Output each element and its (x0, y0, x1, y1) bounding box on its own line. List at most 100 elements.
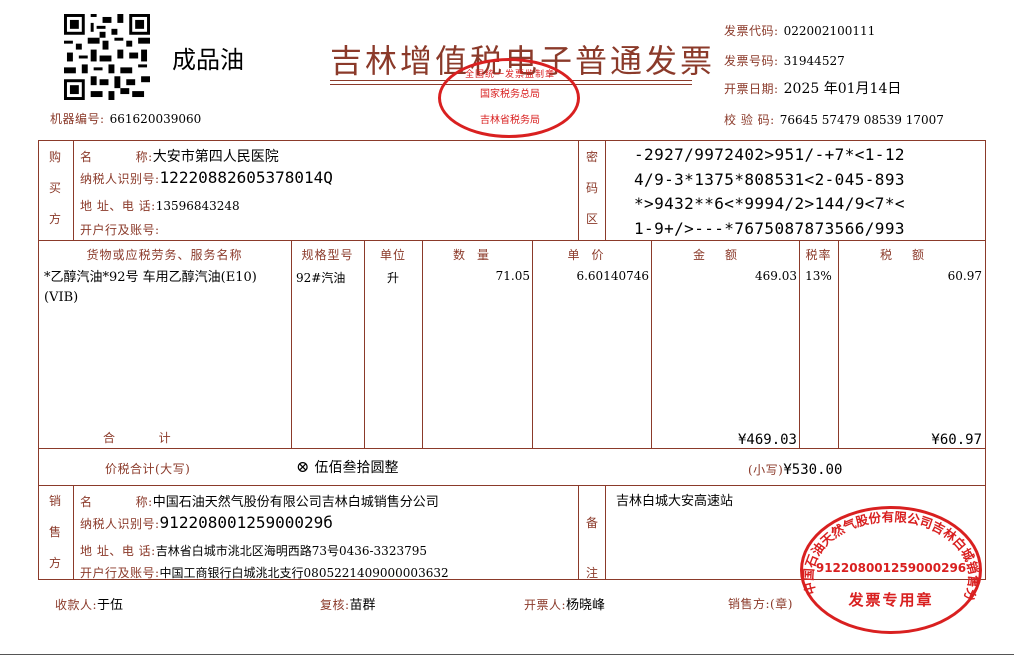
seller-bank-row: 开户行及账号:中国工商银行白城洮北支行0805221409000003632 (80, 562, 449, 581)
bottom-rule (0, 654, 1014, 655)
cipher-line-4: 1-9+/>---*7675087873566/993 (634, 218, 905, 238)
items-bottom-line (38, 448, 986, 449)
machine-no-value: 661620039060 (109, 112, 202, 126)
cipher-line-1: -2927/9972402>951/-+7*<1-12 (634, 145, 905, 164)
reviewer-label: 复核: (320, 598, 350, 612)
seller-bank-label: 开户行及账号: (80, 566, 160, 580)
qr-code (64, 14, 150, 100)
buyer-name: 大安市第四人民医院 (152, 149, 279, 165)
remarks-side-divider (605, 485, 606, 580)
col-header-qty: 数量 (452, 248, 501, 262)
total-bottom-line (38, 485, 986, 486)
total-tax: ¥60.97 (931, 432, 982, 448)
seller-stamp-label: 发票专用章 (848, 591, 934, 609)
seller-name: 中国石油天然气股份有限公司吉林白城销售分公司 (152, 495, 439, 510)
invoice-date-label: 开票日期: (724, 82, 779, 96)
col-header-amount: 金额 (692, 248, 757, 262)
check-code: 校 验 码: 76645 57479 08539 17007 (724, 109, 944, 128)
invoice-number-label: 发票号码: (724, 54, 779, 68)
cipher-line-2: 4/9-3*1375*808531<2-045-893 (634, 169, 905, 189)
check-code-label: 校 验 码: (724, 113, 775, 127)
total-amount: ¥469.03 (737, 432, 797, 448)
seller-taxid: 91220800125900029б (159, 513, 333, 532)
qr-code-icon (64, 14, 150, 100)
invoice-code-value: 022002100111 (783, 24, 876, 38)
tax-bureau-stamp: 全国统一发票监制章 国家税务总局 吉林省税务局 (438, 58, 580, 138)
grand-total-upper-text: 伍佰叁拾圆整 (314, 460, 399, 476)
col-header-name: 货物或应税劳务、服务名称 (86, 248, 243, 262)
total-row-label: 合 计 (103, 431, 172, 445)
invoice-date: 开票日期: 2025 年01月14日 (724, 78, 901, 98)
remarks-text: 吉林白城大安高速站 (616, 494, 734, 509)
grand-total-small-value: ¥530.00 (783, 462, 843, 478)
machine-no-label: 机器编号: (50, 112, 105, 126)
invoice-number-value: 31944527 (783, 54, 845, 68)
tax-stamp-top: 全国统一发票监制章 (464, 70, 555, 80)
buyer-addr-label: 地 址、电 话: (80, 199, 156, 213)
product-type: 成品油 (172, 46, 244, 74)
seller-taxid-label: 纳税人识别号: (80, 517, 160, 531)
col-header-tax: 税额 (879, 248, 944, 262)
seller-addr-row: 地 址、电 话:吉林省白城市洮北区海明西路73号0436-3323795 (80, 540, 427, 559)
check-code-value: 76645 57479 08539 17007 (779, 113, 944, 127)
buyer-addr: 13596843248 (155, 199, 240, 213)
grand-total-upper: ⊗ 伍佰叁拾圆整 (296, 457, 399, 477)
buyer-side-divider (73, 140, 74, 240)
col-header-rate: 税率 (805, 248, 832, 262)
buyer-side-label: 购买方 (48, 150, 61, 226)
cipher-area: -2927/9972402>951/-+7*<1-12 4/9-3*1375*8… (634, 143, 905, 241)
remarks-left-divider (578, 485, 579, 580)
invoice-code-label: 发票代码: (724, 24, 779, 38)
buyer-name-row: 名 称:大安市第四人民医院 (80, 146, 279, 166)
item-unit: 升 (386, 271, 399, 285)
invoice-code: 发票代码: 022002100111 (724, 20, 875, 39)
buyer-addr-row: 地 址、电 话:13596843248 (80, 195, 240, 214)
item-name: *乙醇汽油*92号 车用乙醇汽油(E10)(VIB) (44, 270, 257, 305)
seller-invoice-stamp: 中国石油天然气股份有限公司吉林白城销售分公司 91220800125900029… (800, 506, 982, 634)
seller-addr-label: 地 址、电 话: (80, 544, 156, 558)
invoice-number: 发票号码: 31944527 (724, 50, 845, 69)
col-header-spec: 规格型号 (301, 248, 354, 262)
buyer-taxid-row: 纳税人识别号:12220882605378014Q (80, 168, 333, 187)
seller-name-row: 名 称:中国石油天然气股份有限公司吉林白城销售分公司 (80, 491, 439, 510)
circle-x-icon: ⊗ (296, 457, 310, 476)
seller-side-label: 销售方 (48, 494, 61, 570)
item-amount: 469.03 (755, 269, 797, 283)
cipher-left-divider (578, 140, 579, 240)
seller-name-label: 名 称: (80, 495, 153, 509)
cipher-side-divider (605, 140, 606, 240)
buyer-bank-label: 开户行及账号: (80, 223, 160, 237)
tax-stamp-middle: 国家税务总局 (480, 89, 540, 100)
payee-label: 收款人: (55, 598, 98, 612)
remarks-side-label: 备注 (585, 516, 598, 580)
invoice-date-value: 2025 年01月14日 (783, 81, 902, 97)
grand-total-small: (小写)¥530.00 (748, 459, 842, 478)
seller-addr: 吉林省白城市洮北区海明西路73号0436-3323795 (155, 544, 427, 558)
col-header-price: 单价 (567, 248, 616, 262)
seller-seal-label: 销售方:(章) (728, 597, 793, 611)
buyer-taxid-label: 纳税人识别号: (80, 172, 160, 186)
seller-taxid-row: 纳税人识别号:91220800125900029б (80, 513, 333, 532)
machine-no: 机器编号: 661620039060 (50, 108, 201, 127)
buyer-name-label: 名 称: (80, 150, 153, 164)
tax-stamp-bottom: 吉林省税务局 (480, 115, 540, 126)
payee-name: 于伍 (97, 598, 124, 613)
item-qty: 71.05 (495, 269, 530, 283)
item-price: 6.60140746 (576, 269, 649, 283)
item-spec: 92#汽油 (296, 271, 346, 285)
issuer-name: 杨晓峰 (566, 598, 606, 613)
issuer-label: 开票人: (524, 598, 567, 612)
item-rate: 13% (805, 269, 832, 283)
seller-side-divider (73, 485, 74, 580)
payee: 收款人:于伍 (55, 594, 123, 613)
issuer: 开票人:杨晓峰 (524, 594, 605, 613)
reviewer-name: 苗群 (349, 598, 376, 613)
cipher-line-3: *>9432**6<*9994/2>144/9<7*< (634, 194, 905, 213)
seller-stamp-number: 912208001259000296 (815, 561, 967, 575)
cipher-side-label: 密码区 (585, 150, 598, 226)
buyer-bank-row: 开户行及账号: (80, 219, 160, 238)
seller-bank: 中国工商银行白城洮北支行0805221409000003632 (159, 566, 449, 580)
reviewer: 复核:苗群 (320, 594, 376, 613)
grand-total-small-label: (小写) (748, 463, 784, 477)
col-divider-1 (291, 240, 292, 448)
